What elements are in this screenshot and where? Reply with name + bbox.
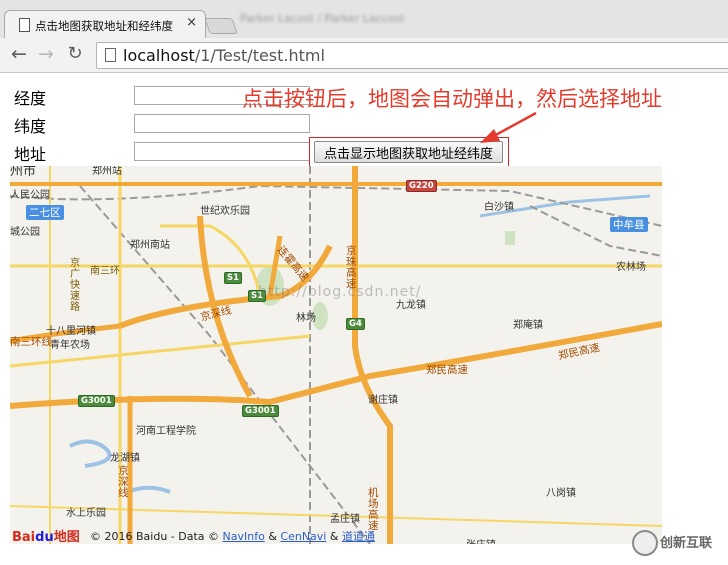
map-label: 孟庄镇 <box>330 514 360 525</box>
address-bar[interactable]: localhost/1/Test/test.html <box>96 42 728 69</box>
map-label: 八岗镇 <box>546 488 576 499</box>
map-label: 十八里河镇 <box>46 326 96 337</box>
browser-toolbar: ← → ↻ localhost/1/Test/test.html <box>0 38 728 73</box>
map-label: 林场 <box>296 313 316 324</box>
highway-shield: G3001 <box>242 405 279 417</box>
highway-shield: S1 <box>224 272 243 284</box>
map-label: 水上乐园 <box>66 508 106 519</box>
longitude-label: 经度 <box>14 89 47 108</box>
highway-shield: G220 <box>406 180 437 192</box>
latitude-label: 纬度 <box>14 117 47 136</box>
back-arrow-icon[interactable]: ← <box>8 43 30 65</box>
annotation-hint: 点击按钮后，地图会自动弹出，然后选择地址 <box>242 87 662 111</box>
baidu-map-logo: Baidu地图 <box>12 530 80 544</box>
map-copyright: © 2016 Baidu - Data © NavInfo & CenNavi … <box>90 530 375 543</box>
background-tab-title: Parker Lacost / Parker Laccost <box>240 12 405 25</box>
map-label: 农林场 <box>616 262 646 273</box>
map-label: 城公园 <box>10 227 40 238</box>
map-road-label: 郑民高速 <box>426 364 468 376</box>
map-road-label: 京深线 <box>118 465 129 499</box>
map-label: 京广快速路 <box>70 258 80 313</box>
map-label: 郑庵镇 <box>513 320 543 331</box>
document-icon <box>19 18 30 32</box>
new-tab-button[interactable] <box>204 18 238 34</box>
blog-watermark: http://blog.csdn.net/ <box>258 284 422 300</box>
map-label: 世纪欢乐园 <box>200 206 250 217</box>
brand-logo-icon <box>632 530 658 556</box>
navinfo-link[interactable]: NavInfo <box>223 530 265 543</box>
map-road-label: 南三环线 <box>10 336 52 348</box>
map-label: 谢庄镇 <box>368 395 398 406</box>
latitude-input[interactable] <box>134 114 310 133</box>
annotation-arrow-icon <box>480 111 537 143</box>
map-road-label: 机场高速 <box>368 487 379 532</box>
map-label: 南三环 <box>90 266 120 277</box>
map-label: 人民公园 <box>10 190 50 201</box>
map-district-badge: 二七区 <box>26 205 64 220</box>
map-county-badge: 中牟县 <box>610 217 648 232</box>
close-tab-icon[interactable]: × <box>186 15 197 30</box>
map-label: 州市 <box>10 166 37 179</box>
baidu-map[interactable]: 州市 郑州站 二七区 人民公园 城公园 世纪欢乐园 郑州南站 南三环 京广快速路… <box>10 166 662 544</box>
address-input[interactable] <box>134 142 310 161</box>
map-label: 郑州南站 <box>130 240 170 251</box>
tab-strip: 点击地图获取地址和经纬度 × Parker Lacost / Parker La… <box>0 0 728 39</box>
map-label: 张庄镇 <box>466 536 496 544</box>
cennavi-link[interactable]: CenNavi <box>280 530 326 543</box>
map-label: 郑州站 <box>92 166 122 177</box>
url-path: /1/Test/test.html <box>194 46 325 65</box>
map-label: 白沙镇 <box>484 202 514 213</box>
forward-arrow-icon[interactable]: → <box>35 43 57 65</box>
map-label: 龙湖镇 <box>110 453 140 464</box>
highway-shield: G4 <box>346 318 365 330</box>
reload-icon[interactable]: ↻ <box>64 43 86 65</box>
active-tab[interactable]: 点击地图获取地址和经纬度 × <box>4 10 206 39</box>
map-label: 河南工程学院 <box>136 426 196 437</box>
page-icon <box>105 48 116 62</box>
daodaotong-link[interactable]: 道道通 <box>342 530 375 543</box>
tab-title: 点击地图获取地址和经纬度 <box>35 19 173 33</box>
address-label: 地址 <box>14 145 47 164</box>
page-content: 经度 纬度 地址 点击显示地图获取地址经纬度 点击按钮后，地图会自动弹出，然后选… <box>0 73 728 565</box>
highway-shield: G3001 <box>78 395 115 407</box>
url-host: localhost <box>123 46 195 65</box>
url-text: localhost/1/Test/test.html <box>123 46 325 65</box>
map-label: 青年农场 <box>50 340 90 351</box>
